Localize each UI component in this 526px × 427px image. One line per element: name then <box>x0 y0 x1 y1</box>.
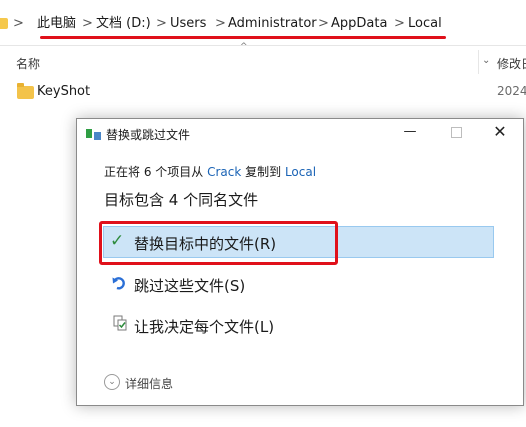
column-dropdown-icon[interactable]: ⌄ <box>482 55 490 66</box>
folder-icon <box>0 18 8 29</box>
breadcrumb-separator: > <box>394 16 405 31</box>
destination-folder-link[interactable]: Local <box>285 165 316 179</box>
file-date: 2024 <box>497 84 526 98</box>
column-header <box>0 50 526 74</box>
source-folder-link[interactable]: Crack <box>207 165 241 179</box>
breadcrumb-documents-d[interactable]: 文档 (D:) <box>96 15 151 33</box>
more-details-label[interactable]: 详细信息 <box>125 375 173 392</box>
progress-middle: 复制到 <box>241 165 285 179</box>
decide-icon <box>113 315 127 331</box>
breadcrumb-administrator[interactable]: Administrator <box>228 15 317 33</box>
breadcrumb-separator: > <box>215 16 226 31</box>
file-name[interactable]: KeyShot <box>37 84 90 99</box>
chevron-down-icon[interactable]: ⌄ <box>104 374 120 390</box>
folder-icon <box>17 83 34 99</box>
breadcrumb-separator: > <box>13 16 24 31</box>
skip-icon <box>112 277 125 290</box>
checkmark-icon: ✓ <box>110 231 125 251</box>
maximize-button <box>444 124 468 142</box>
sort-ascending-icon: ^ <box>240 42 248 52</box>
breadcrumb-separator: > <box>318 16 329 31</box>
column-modified-date[interactable]: 修改日 <box>497 55 526 72</box>
minimize-button[interactable]: — <box>398 124 422 142</box>
column-name[interactable]: 名称 <box>16 55 40 72</box>
breadcrumb-separator: > <box>156 16 167 31</box>
breadcrumb-users[interactable]: Users <box>170 15 206 33</box>
skip-files-label[interactable]: 跳过这些文件(S) <box>134 275 245 296</box>
breadcrumb-appdata[interactable]: AppData <box>331 15 387 33</box>
dialog-title: 替换或跳过文件 <box>106 128 191 142</box>
breadcrumb-this-pc[interactable]: 此电脑 <box>37 15 76 33</box>
conflict-heading: 目标包含 4 个同名文件 <box>104 191 259 209</box>
replace-files-label[interactable]: 替换目标中的文件(R) <box>134 233 276 254</box>
decide-each-file-label[interactable]: 让我决定每个文件(L) <box>134 316 274 337</box>
copy-files-icon <box>86 128 102 140</box>
copy-progress-text: 正在将 6 个项目从 Crack 复制到 Local <box>104 163 316 180</box>
breadcrumb-separator: > <box>82 16 93 31</box>
annotation-underline <box>40 36 446 39</box>
close-button[interactable]: ✕ <box>488 122 512 142</box>
breadcrumb-local[interactable]: Local <box>408 15 442 33</box>
progress-prefix: 正在将 6 个项目从 <box>104 165 208 179</box>
